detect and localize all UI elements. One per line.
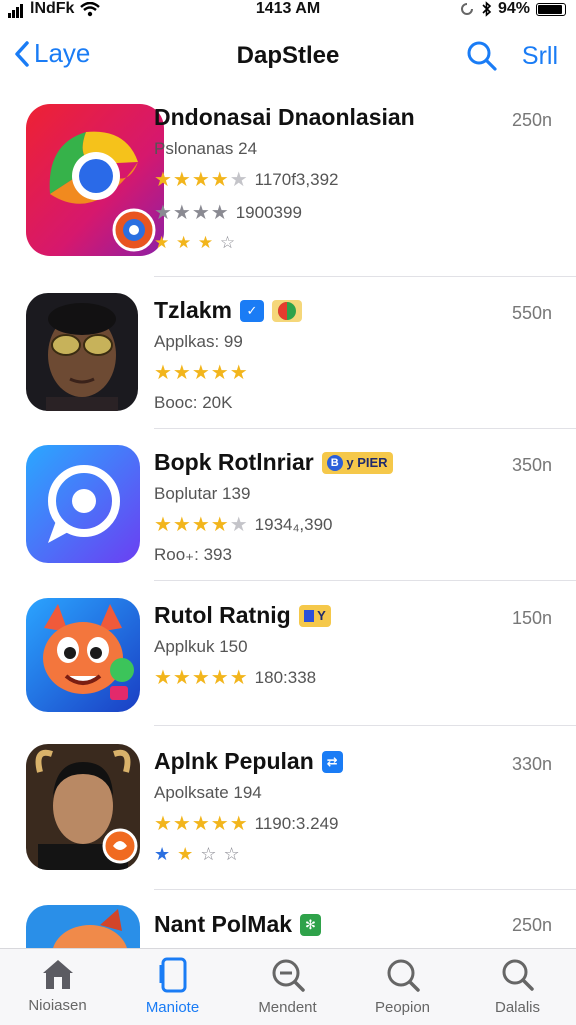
badge-icon: ✻ [300, 913, 321, 936]
bluetooth-icon [482, 1, 492, 17]
row-divider [154, 580, 576, 581]
star-rating-icon: ★★★★★ [154, 813, 249, 835]
promo-badge: B y PIER [321, 451, 393, 474]
avatar-app-icon [26, 744, 140, 870]
rating-count-secondary: 1900399 [235, 202, 302, 222]
tab-dalalis[interactable]: Dalalis [460, 957, 575, 1016]
cartoon-fox-app-icon [26, 598, 140, 712]
tab-apps[interactable]: Maniote [115, 957, 230, 1016]
rotation-lock-icon [461, 3, 473, 15]
search-minus-icon [272, 959, 305, 992]
app-size: 330n [511, 754, 552, 774]
app-size: 250n [511, 110, 552, 130]
verified-icon: ✓ [239, 299, 264, 322]
star-rating-icon: ★ ★ ★ ☆ [154, 233, 237, 252]
tab-home[interactable]: Nioiasen [0, 957, 115, 1014]
row-divider [154, 889, 576, 890]
app-name: Bopk Rotlnriar [154, 449, 314, 475]
app-row[interactable]: Nant PolMak ✻ 250n [0, 905, 576, 948]
promo-badge: Y [298, 604, 331, 627]
navigation-bar: Laye DapStlee Srll [0, 36, 576, 80]
tab-label: Dalalis [494, 999, 540, 1016]
app-downloads: Booc: 20K [154, 393, 233, 412]
chat-bubble-app-icon [26, 445, 140, 563]
search-icon [502, 959, 534, 991]
app-name: Rutol Ratnig [154, 602, 291, 628]
app-category: Apolksate 194 [154, 783, 262, 802]
app-category: Applkas: 99 [154, 332, 243, 351]
app-size: 550n [511, 303, 552, 323]
app-name: Tzlakm [154, 297, 232, 323]
tab-label: Maniote [145, 999, 200, 1016]
app-row[interactable]: Bopk Rotlnriar B y PIER Boplutar 139 ★★★… [0, 445, 576, 581]
star-rating-icon: ★★★★★ [154, 362, 249, 384]
app-row[interactable]: Aplnk Pepulan ⇄ Apolksate 194 ★★★★★ 1190… [0, 744, 576, 890]
tab-label: Mendent [258, 999, 317, 1016]
nav-right-button[interactable]: Srll [522, 42, 558, 71]
badge-b-icon: B [326, 455, 343, 472]
tab-peopion[interactable]: Peopion [345, 957, 460, 1016]
status-bar: lNdFk 1413 AM 94% [0, 0, 576, 22]
rating-count: 1170f3,392 [254, 169, 339, 189]
app-name: Nant PolMak [154, 911, 293, 937]
row-divider [154, 428, 576, 429]
tab-mendent[interactable]: Mendent [230, 957, 345, 1016]
tab-bar: Nioiasen Maniote Mendent Peopion Dalalis [0, 948, 576, 1025]
home-icon [42, 960, 73, 989]
rating-count: 1934₄,390 [254, 514, 333, 534]
app-category: Applkuk 150 [154, 637, 248, 656]
phone-icon [159, 957, 186, 993]
badge-icon [271, 299, 302, 322]
rating-count: 1190:3.249 [254, 813, 339, 833]
app-category: Boplutar 139 [154, 484, 251, 503]
app-size: 350n [511, 455, 552, 475]
star-rating-icon: ★★★★★ [154, 169, 249, 191]
star-rating-icon: ★ ★ ☆ ☆ [154, 844, 241, 864]
mascot-app-icon [26, 905, 140, 948]
chrome-like-app-icon [26, 104, 164, 256]
battery-icon [536, 2, 566, 16]
app-name: Aplnk Pepulan [154, 748, 314, 774]
app-row[interactable]: Rutol Ratnig Y Applkuk 150 ★★★★★ 180:338… [0, 598, 576, 726]
app-row[interactable]: Dndonasai Dnaonlasian Pslonanas 24 ★★★★★… [0, 102, 576, 278]
row-divider [154, 276, 576, 277]
app-size: 250n [511, 915, 552, 935]
search-icon [387, 959, 420, 992]
app-size: 150n [511, 608, 552, 628]
row-divider [154, 725, 576, 726]
star-rating-icon: ★★★★★ [154, 667, 249, 689]
app-row[interactable]: Tzlakm ✓ Applkas: 99 ★★★★★ Booc: 20K 550… [0, 293, 576, 427]
star-rating-icon: ★★★★★ [154, 514, 249, 536]
star-rating-icon: ★★★★ [154, 202, 230, 224]
app-category: Pslonanas 24 [154, 139, 258, 158]
portrait-app-icon [26, 293, 138, 411]
battery-percent: 94% [497, 0, 530, 17]
tab-label: Peopion [374, 999, 431, 1016]
app-downloads: Roo₊: 393 [154, 545, 232, 564]
rating-count: 180:338 [254, 667, 317, 687]
game-controller-icon: ⇄ [321, 750, 343, 773]
flag-icon [303, 610, 314, 623]
tab-label: Nioiasen [28, 997, 87, 1014]
search-icon[interactable] [466, 40, 498, 72]
